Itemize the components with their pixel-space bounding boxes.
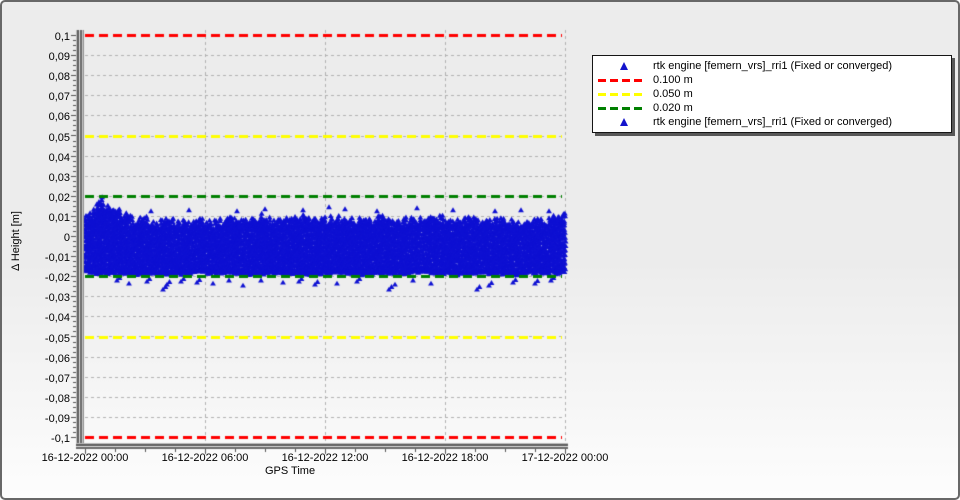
y-tick-label: 0,04 — [48, 151, 70, 164]
y-tick-label: 0,09 — [48, 51, 70, 64]
y-tick-label: -0,04 — [44, 312, 70, 325]
legend-label: 0.020 m — [653, 102, 693, 114]
y-tick-label: -0,01 — [44, 252, 70, 265]
y-tick-label: -0,02 — [44, 272, 70, 285]
dashed-line-marker-icon — [598, 78, 646, 82]
y-tick-label: 0,05 — [48, 131, 70, 144]
legend: rtk engine [femern_vrs]_rri1 (Fixed or c… — [592, 55, 952, 133]
dashed-line-marker-icon — [598, 106, 646, 110]
y-tick-label: -0,09 — [44, 412, 70, 425]
y-tick-label: -0,07 — [44, 372, 70, 385]
triangle-marker-icon — [620, 62, 628, 70]
y-tick-label: -0,05 — [44, 332, 70, 345]
legend-row: 0.050 m — [595, 87, 947, 101]
legend-label: 0.100 m — [653, 74, 693, 86]
dashed-line-marker-icon — [598, 92, 646, 96]
legend-row: rtk engine [femern_vrs]_rri1 (Fixed or c… — [595, 115, 947, 129]
chart-window: Δ Height [m] GPS Time rtk engine [femern… — [0, 0, 960, 500]
legend-label: 0.050 m — [653, 88, 693, 100]
x-axis-title: GPS Time — [264, 465, 316, 477]
x-tick-label: 16-12-2022 12:00 — [281, 452, 369, 464]
y-tick-label: 0,02 — [48, 191, 70, 204]
legend-row: 0.020 m — [595, 101, 947, 115]
y-tick-label: 0,08 — [48, 71, 70, 84]
x-tick-label: 16-12-2022 18:00 — [401, 452, 489, 464]
y-tick-label: 0,1 — [54, 31, 70, 43]
y-tick-label: 0 — [63, 232, 70, 244]
y-tick-label: -0,1 — [51, 433, 70, 445]
legend-label: rtk engine [femern_vrs]_rri1 (Fixed or c… — [653, 60, 893, 72]
legend-row: 0.100 m — [595, 73, 947, 87]
x-tick-label: 16-12-2022 00:00 — [41, 452, 129, 464]
y-tick-label: -0,08 — [44, 392, 70, 405]
triangle-marker-icon — [620, 118, 628, 126]
y-tick-label: -0,06 — [44, 352, 70, 365]
y-tick-label: 0,06 — [48, 111, 70, 124]
legend-label: rtk engine [femern_vrs]_rri1 (Fixed or c… — [653, 116, 893, 128]
y-tick-label: -0,03 — [44, 292, 70, 305]
x-tick-label: 17-12-2022 00:00 — [521, 452, 609, 464]
legend-row: rtk engine [femern_vrs]_rri1 (Fixed or c… — [595, 59, 947, 73]
x-tick-label: 16-12-2022 06:00 — [161, 452, 249, 464]
y-tick-label: 0,01 — [48, 211, 70, 224]
y-tick-label: 0,07 — [48, 91, 70, 104]
y-tick-label: 0,03 — [48, 171, 70, 184]
